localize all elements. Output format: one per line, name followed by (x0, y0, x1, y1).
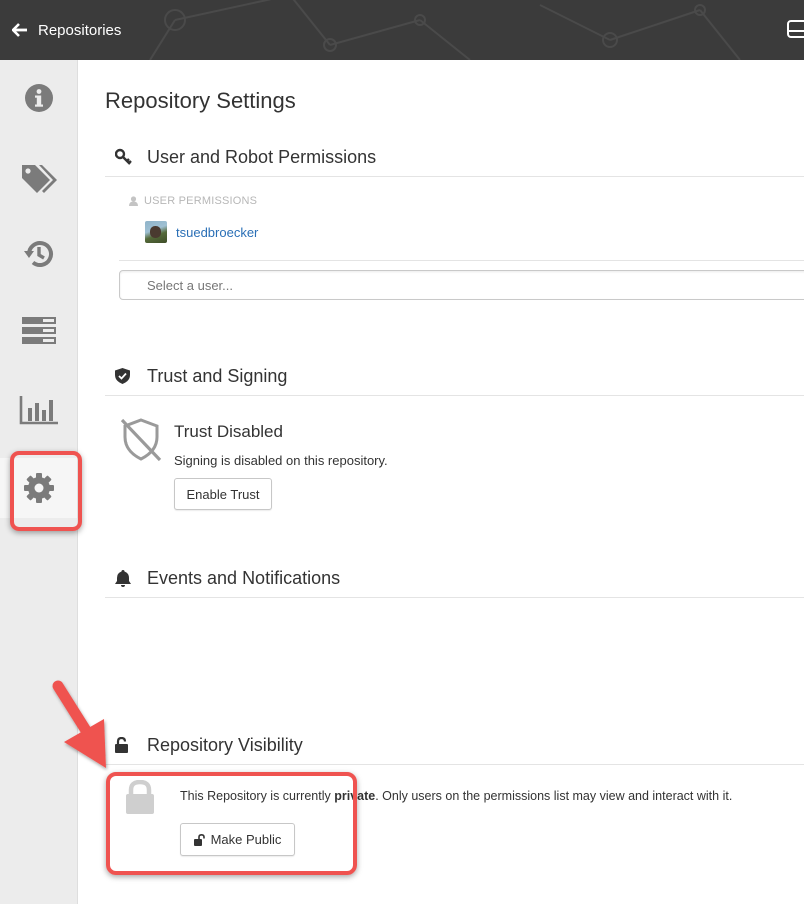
top-navigation-bar: Repositories (0, 0, 804, 60)
sidebar-item-info[interactable] (0, 70, 77, 126)
info-icon (24, 84, 53, 112)
events-section-title: Events and Notifications (147, 567, 341, 588)
trust-status-text: Signing is disabled on this repository. (174, 453, 388, 468)
back-to-repositories-link[interactable]: Repositories (12, 19, 121, 41)
sidebar-item-builds[interactable] (0, 303, 77, 359)
visibility-text-after: . Only users on the permissions list may… (375, 789, 733, 803)
bell-icon (115, 569, 131, 587)
sidebar-item-tags[interactable] (0, 150, 77, 206)
user-permissions-label-text: USER PERMISSIONS (144, 195, 258, 207)
permissions-section-header: User and Robot Permissions (105, 138, 804, 177)
permission-user-link[interactable]: tsuedbroecker (176, 225, 258, 240)
page-title: Repository Settings (105, 88, 296, 113)
back-link-label: Repositories (38, 21, 122, 39)
shield-disabled-icon (120, 418, 162, 462)
tags-icon (21, 165, 57, 193)
sidebar-item-usage[interactable] (0, 382, 77, 438)
visibility-section-header: Repository Visibility (105, 726, 804, 765)
permissions-section-title: User and Robot Permissions (147, 146, 377, 167)
sidebar-item-history[interactable] (0, 226, 77, 282)
drive-icon[interactable] (786, 18, 804, 42)
visibility-section-title: Repository Visibility (147, 734, 303, 755)
select-user-placeholder: Select a user... (147, 277, 233, 293)
user-permissions-label: USER PERMISSIONS (129, 195, 257, 207)
settings-highlight-box (10, 451, 82, 531)
user-icon (129, 196, 138, 206)
permission-user-row: tsuedbroecker (145, 221, 258, 243)
key-icon (115, 148, 132, 165)
events-section-header: Events and Notifications (105, 559, 804, 598)
usage-chart-icon (19, 396, 58, 425)
trust-status-title: Trust Disabled (174, 422, 283, 441)
permissions-divider (119, 260, 804, 261)
select-user-input[interactable]: Select a user... (119, 270, 804, 300)
trust-section-title: Trust and Signing (147, 365, 288, 386)
builds-icon (21, 317, 56, 344)
annotation-arrow-icon (52, 680, 106, 768)
avatar (145, 221, 167, 243)
shield-check-icon (115, 368, 130, 384)
enable-trust-button[interactable]: Enable Trust (174, 478, 272, 510)
visibility-highlight-box (106, 772, 357, 875)
history-icon (23, 241, 53, 267)
arrow-left-icon (12, 23, 27, 37)
trust-section-header: Trust and Signing (105, 357, 804, 396)
